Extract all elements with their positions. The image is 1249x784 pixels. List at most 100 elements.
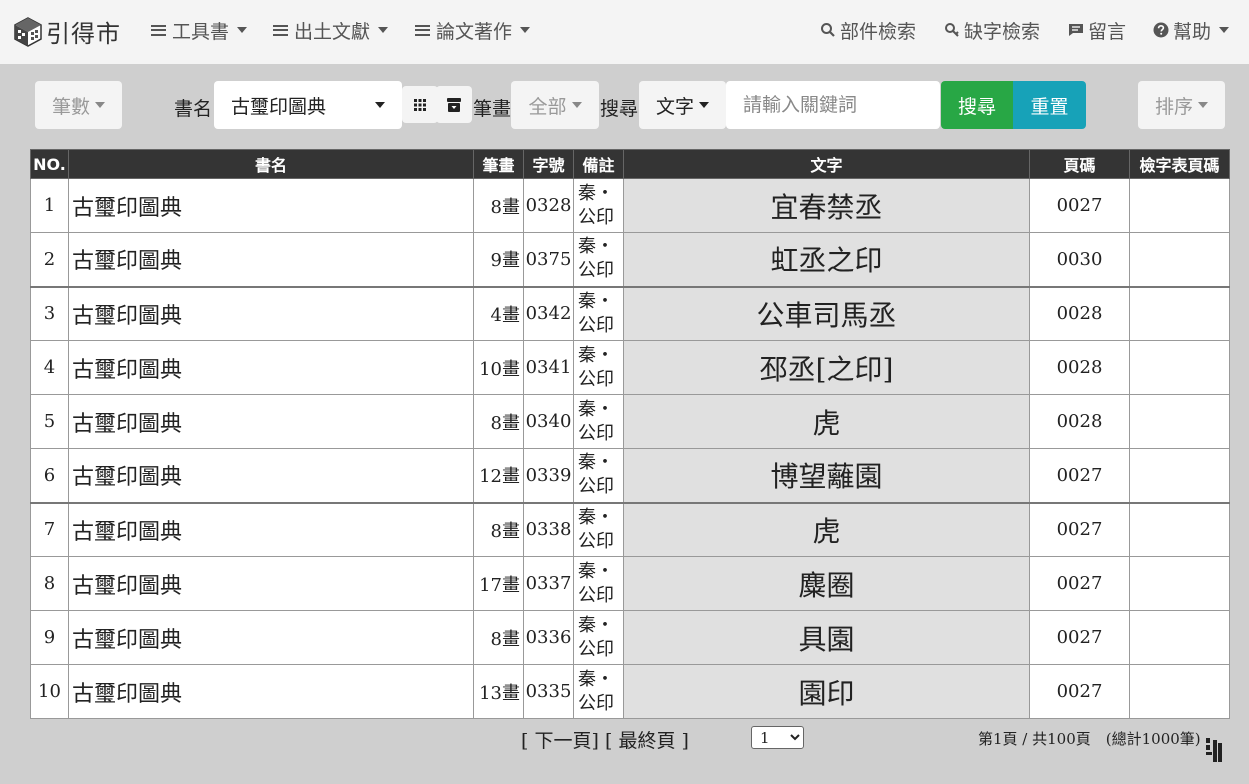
cell-no: 9 [30, 610, 69, 665]
question-icon [1153, 22, 1169, 38]
cell-no: 3 [30, 285, 69, 341]
cell-no: 5 [30, 394, 69, 449]
nav-message-board[interactable]: 留言 [1068, 18, 1127, 43]
cell-code: 0339 [523, 448, 574, 503]
caret-down-icon [95, 102, 105, 108]
col-header-no[interactable]: NO. [30, 149, 69, 179]
grid-view-button[interactable] [402, 86, 438, 123]
page-select[interactable]: 1 [751, 726, 804, 749]
cell-index-page [1129, 501, 1230, 557]
col-header-page[interactable]: 頁碼 [1029, 149, 1130, 179]
cell-page: 0028 [1029, 394, 1130, 449]
cell-stroke: 13畫 [473, 664, 524, 719]
cell-index-page [1129, 556, 1230, 611]
col-header-book[interactable]: 書名 [68, 149, 474, 179]
nav-help[interactable]: 幫助 [1153, 18, 1230, 43]
stroke-select[interactable]: 全部 [511, 81, 599, 129]
menu-icon [415, 24, 430, 36]
cell-page: 0027 [1029, 178, 1130, 233]
cell-text: 虎 [623, 501, 1030, 557]
table-header-row: NO. 書名 筆畫 字號 備註 文字 頁碼 檢字表頁碼 [30, 149, 1230, 179]
cell-no: 2 [30, 232, 69, 287]
cell-text: 園印 [623, 664, 1030, 719]
nav-label: 缺字檢索 [964, 20, 1041, 43]
table-row: 8 古璽印圖典 17畫 0337 秦・公印 麋圈 0027 [30, 556, 1230, 611]
cell-note: 秦・公印 [573, 556, 624, 611]
cell-note: 秦・公印 [573, 232, 624, 287]
cell-index-page [1129, 232, 1230, 287]
cell-text: 麋圈 [623, 556, 1030, 611]
col-header-code[interactable]: 字號 [523, 149, 574, 179]
cell-index-page [1129, 664, 1230, 719]
col-header-index-page[interactable]: 檢字表頁碼 [1129, 149, 1230, 179]
reset-button[interactable]: 重置 [1013, 81, 1086, 129]
top-navbar: 引得市 工具書 出土文獻 論文著作 部件檢索 缺字檢索 留言 幫助 [0, 0, 1249, 64]
menu-icon [151, 24, 166, 36]
nav-missing-char-search[interactable]: 缺字檢索 [944, 18, 1041, 43]
table-row: 5 古璽印圖典 8畫 0340 秦・公印虎 0028 [30, 394, 1230, 449]
nav-component-search[interactable]: 部件檢索 [820, 18, 917, 43]
caret-down-icon [1198, 102, 1208, 108]
col-header-stroke[interactable]: 筆畫 [473, 149, 524, 179]
cell-index-page [1129, 610, 1230, 665]
cell-code: 0342 [523, 285, 574, 341]
cell-code: 0338 [523, 501, 574, 557]
cell-no: 8 [30, 556, 69, 611]
menu-icon [273, 24, 288, 36]
cell-note: 秦・公印 [573, 610, 624, 665]
nav-label: 部件檢索 [840, 20, 917, 43]
cell-no: 1 [30, 178, 69, 233]
cell-code: 0335 [523, 664, 574, 719]
cell-book: 古璽印圖典 [68, 285, 474, 341]
book-select[interactable]: 古璽印圖典 [214, 81, 402, 129]
cell-no: 7 [30, 501, 69, 557]
caret-down-icon [1219, 27, 1230, 33]
site-title: 引得市 [46, 20, 121, 48]
cell-text: 公車司馬丞 [623, 285, 1030, 341]
cell-stroke: 10畫 [473, 340, 524, 395]
cell-no: 10 [30, 664, 69, 719]
stroke-label: 筆畫 [473, 98, 512, 120]
cell-code: 0340 [523, 394, 574, 449]
cell-page: 0030 [1029, 232, 1130, 287]
cell-book: 古璽印圖典 [68, 501, 474, 557]
cell-page: 0027 [1029, 664, 1130, 719]
cell-index-page [1129, 178, 1230, 233]
table-row: 3 古璽印圖典 4畫 0342 秦・公印 公車司馬丞 0028 [30, 285, 1230, 341]
cell-stroke: 4畫 [473, 285, 524, 341]
nav-menu-excavated-documents[interactable]: 出土文獻 [273, 18, 389, 43]
cell-page: 0027 [1029, 610, 1130, 665]
cell-stroke: 12畫 [473, 448, 524, 503]
table-row: 6 古璽印圖典 12畫 0339 秦・公印 博望蘺園 0027 [30, 448, 1230, 503]
nav-label: 留言 [1088, 20, 1127, 43]
nav-menu-reference-books[interactable]: 工具書 [151, 18, 248, 43]
archive-icon [447, 97, 461, 112]
cell-index-page [1129, 340, 1230, 395]
archive-button[interactable] [436, 86, 472, 123]
cube-logo-icon [14, 16, 42, 47]
cell-index-page [1129, 394, 1230, 449]
book-select-value: 古璽印圖典 [231, 95, 327, 118]
cell-text: 博望蘺園 [623, 448, 1030, 503]
cell-text: 邳丞[之印] [623, 340, 1030, 395]
search-field-dropdown[interactable]: 文字 [639, 81, 726, 129]
cell-no: 4 [30, 340, 69, 395]
nav-label: 幫助 [1173, 20, 1212, 43]
col-header-text[interactable]: 文字 [623, 149, 1030, 179]
cell-text: 虹丞之印 [623, 232, 1030, 287]
search-button-label: 搜尋 [957, 95, 996, 118]
next-page-link[interactable]: [ 下一頁] [521, 726, 599, 753]
sort-dropdown[interactable]: 排序 [1138, 81, 1225, 129]
search-input[interactable] [726, 81, 940, 129]
cell-code: 0375 [523, 232, 574, 287]
nav-menu-papers[interactable]: 論文著作 [415, 18, 531, 43]
last-page-link[interactable]: [ 最終頁 ] [605, 726, 689, 753]
search-button[interactable]: 搜尋 [941, 81, 1013, 129]
cell-index-page [1129, 285, 1230, 341]
site-logo[interactable]: 引得市 [14, 14, 121, 49]
cell-index-page [1129, 448, 1230, 503]
cell-note: 秦・公印 [573, 394, 624, 449]
results-table: NO. 書名 筆畫 字號 備註 文字 頁碼 檢字表頁碼 1 古璽印圖典 8畫 0328… [30, 149, 1230, 719]
col-header-note[interactable]: 備註 [573, 149, 624, 179]
stroke-count-dropdown[interactable]: 筆數 [35, 81, 122, 129]
